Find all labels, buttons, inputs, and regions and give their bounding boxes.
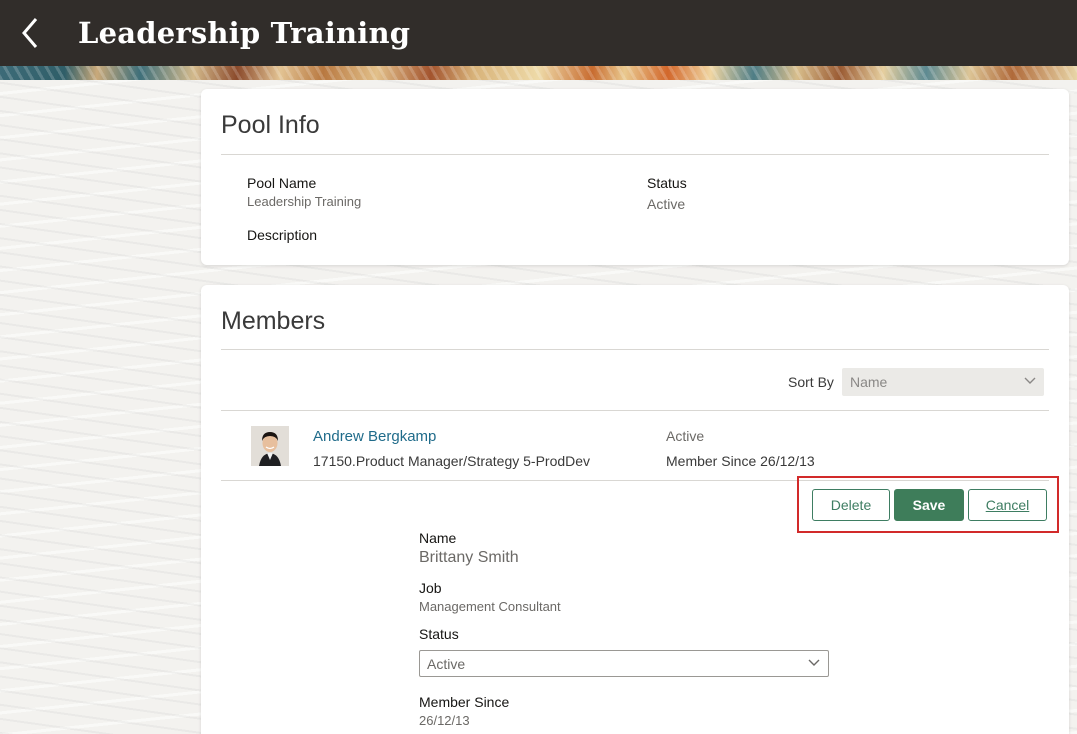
pool-status-value: Active [647, 196, 686, 212]
back-button[interactable] [0, 0, 60, 66]
detail-name-label: Name [419, 530, 457, 546]
pool-name-value: Leadership Training [247, 194, 362, 209]
detail-job-value: Management Consultant [419, 599, 561, 614]
chevron-down-icon [808, 659, 820, 666]
sort-by-value: Name [850, 374, 888, 390]
list-item[interactable]: Andrew Bergkamp 17150.Product Manager/St… [221, 411, 1049, 481]
detail-status-label: Status [419, 626, 459, 642]
pool-name-label: Pool Name [247, 175, 317, 191]
member-name-link[interactable]: Andrew Bergkamp [313, 428, 436, 445]
chevron-down-icon [1024, 377, 1036, 384]
member-since: Member Since 26/12/13 [666, 453, 815, 469]
pool-info-card: Pool Info Pool Name Leadership Training … [201, 89, 1069, 265]
save-button[interactable]: Save [894, 489, 964, 521]
top-bar: Leadership Training [0, 0, 1077, 66]
avatar [251, 426, 289, 466]
member-status: Active [666, 428, 705, 444]
pool-info-title: Pool Info [221, 111, 320, 139]
detail-name-value: Brittany Smith [419, 549, 519, 566]
status-select[interactable]: Active [419, 650, 829, 677]
page-title: Leadership Training [78, 16, 411, 50]
detail-job-label: Job [419, 580, 442, 596]
detail-member-since-value: 26/12/13 [419, 713, 470, 728]
sort-by-label: Sort By [788, 374, 834, 390]
members-divider [221, 349, 1049, 350]
sort-by-select[interactable]: Name [842, 368, 1044, 396]
pool-status-label: Status [647, 175, 687, 191]
pool-info-divider [221, 154, 1049, 155]
cancel-button[interactable]: Cancel [968, 489, 1047, 521]
description-label: Description [247, 227, 318, 243]
member-job: 17150.Product Manager/Strategy 5-ProdDev [313, 453, 591, 469]
chevron-left-icon [22, 18, 38, 48]
delete-button[interactable]: Delete [812, 489, 890, 521]
members-title: Members [221, 307, 326, 335]
detail-member-since-label: Member Since [419, 694, 510, 710]
status-select-value: Active [427, 655, 466, 672]
decorative-banner [0, 66, 1077, 80]
members-card: Members Sort By Name Andrew Bergkamp 171… [201, 285, 1069, 734]
